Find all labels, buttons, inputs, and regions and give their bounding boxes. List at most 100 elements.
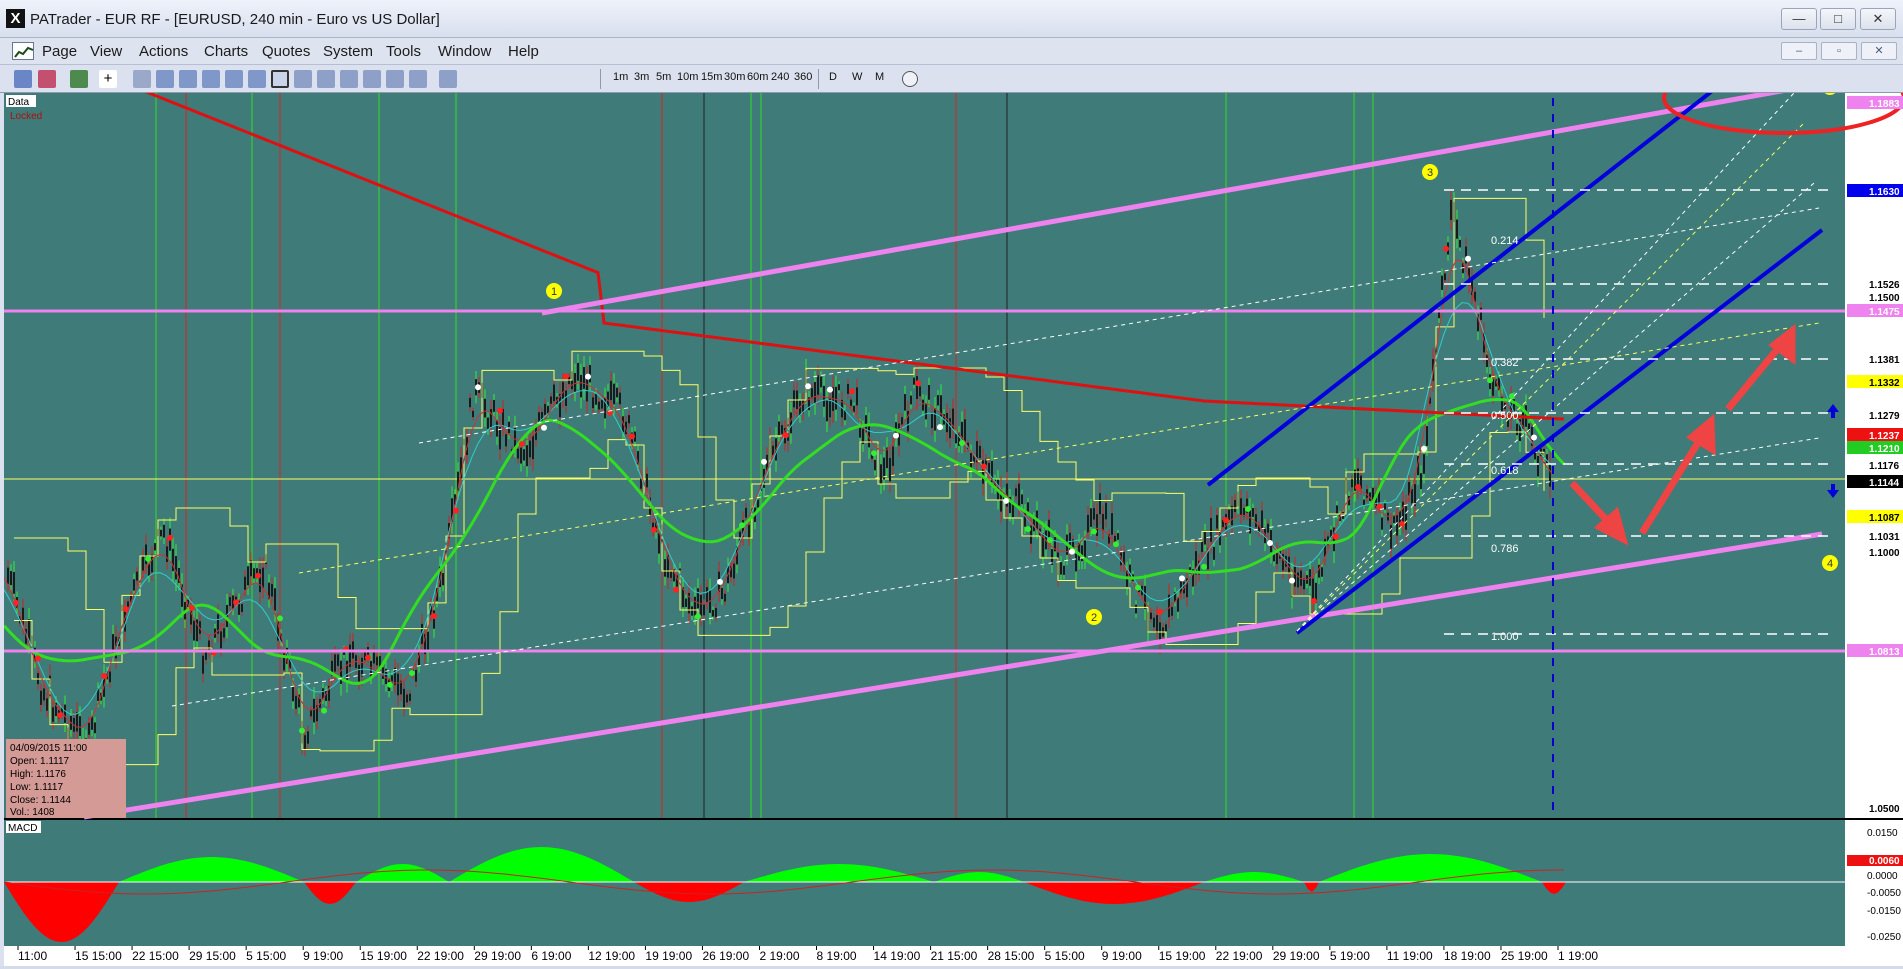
fibonacci-icon[interactable] bbox=[317, 70, 335, 88]
candle-body bbox=[580, 374, 582, 398]
candle-body bbox=[313, 698, 315, 723]
candle-body bbox=[175, 556, 177, 580]
timeframe-15m[interactable]: 15m bbox=[701, 71, 722, 83]
mdi-restore-button[interactable]: ▫ bbox=[1821, 42, 1857, 60]
draw-tool-icon[interactable] bbox=[179, 70, 197, 88]
toolbar-tool-icon[interactable] bbox=[14, 70, 32, 88]
menu-charts[interactable]: Charts bbox=[204, 43, 248, 60]
draw-tool-icon[interactable] bbox=[248, 70, 266, 88]
close-button[interactable]: ✕ bbox=[1860, 8, 1896, 30]
timeframe-1m[interactable]: 1m bbox=[613, 71, 628, 83]
timeframe-weekly[interactable]: W bbox=[852, 71, 862, 83]
draw-tool-icon[interactable] bbox=[225, 70, 243, 88]
candle-body bbox=[1093, 508, 1095, 520]
candle-body bbox=[712, 609, 714, 617]
menu-help[interactable]: Help bbox=[508, 43, 539, 60]
chart-type-icon[interactable] bbox=[70, 70, 88, 88]
timeframe-30m[interactable]: 30m bbox=[724, 71, 745, 83]
timeframe-240[interactable]: 240 bbox=[771, 71, 789, 83]
signal-dot bbox=[1245, 505, 1251, 512]
mdi-minimize-button[interactable]: – bbox=[1781, 42, 1817, 60]
trendline-icon[interactable] bbox=[202, 70, 220, 88]
menu-quotes[interactable]: Quotes bbox=[262, 43, 310, 60]
signal-dot bbox=[365, 654, 371, 661]
time-label: 5 15:00 bbox=[1045, 949, 1085, 963]
text-tool-icon[interactable] bbox=[363, 70, 381, 88]
timeframe-monthly[interactable]: M bbox=[875, 71, 884, 83]
draw-tool-icon[interactable] bbox=[340, 70, 358, 88]
signal-dot bbox=[409, 670, 415, 677]
chart-app-icon bbox=[12, 42, 34, 60]
signal-dot bbox=[1443, 245, 1449, 252]
candle-body bbox=[334, 654, 336, 672]
candle-body bbox=[1297, 572, 1299, 588]
time-label: 18 19:00 bbox=[1444, 949, 1491, 963]
channel-tool-icon[interactable] bbox=[271, 70, 289, 88]
candle-body bbox=[517, 448, 519, 459]
candle-body bbox=[202, 655, 204, 674]
clock-icon[interactable] bbox=[902, 71, 918, 87]
candle-body bbox=[1486, 354, 1488, 368]
candle-body bbox=[241, 604, 243, 612]
menu-window[interactable]: Window bbox=[438, 43, 491, 60]
timeframe-60m[interactable]: 60m bbox=[747, 71, 768, 83]
time-label: 9 19:00 bbox=[303, 949, 343, 963]
candle-body bbox=[271, 584, 273, 597]
candle-body bbox=[901, 417, 903, 425]
price-chart[interactable]: 0.214 0.382 0.500 0.618 0.786 1.000 1 2 bbox=[2, 61, 1903, 966]
candle-body bbox=[148, 564, 150, 577]
signal-dot bbox=[541, 424, 547, 431]
menu-page[interactable]: Page bbox=[42, 43, 77, 60]
menu-actions[interactable]: Actions bbox=[139, 43, 188, 60]
candle-body bbox=[415, 669, 417, 682]
maximize-button[interactable]: □ bbox=[1820, 8, 1856, 30]
chart-area[interactable]: 0.214 0.382 0.500 0.618 0.786 1.000 1 2 bbox=[2, 61, 1903, 966]
info-close: Close: 1.1144 bbox=[10, 795, 71, 806]
candle-body bbox=[610, 380, 612, 401]
menu-system[interactable]: System bbox=[323, 43, 373, 60]
draw-tool-icon[interactable] bbox=[156, 70, 174, 88]
timeframe-3m[interactable]: 3m bbox=[634, 71, 649, 83]
candle-body bbox=[262, 567, 264, 589]
candle-body bbox=[259, 569, 261, 593]
candle-body bbox=[916, 376, 918, 400]
draw-tool-icon[interactable] bbox=[386, 70, 404, 88]
wave-label-5: 5 bbox=[1827, 93, 1833, 94]
price-label: 1.1087 bbox=[1869, 513, 1900, 524]
candle-body bbox=[1021, 494, 1023, 505]
timeframe-360[interactable]: 360 bbox=[794, 71, 812, 83]
time-label: 8 19:00 bbox=[817, 949, 857, 963]
timeframe-5m[interactable]: 5m bbox=[656, 71, 671, 83]
candle-body bbox=[307, 731, 309, 744]
timeframe-10m[interactable]: 10m bbox=[677, 71, 698, 83]
minimize-button[interactable]: — bbox=[1781, 8, 1817, 30]
candle-body bbox=[820, 376, 822, 388]
draw-tool-icon[interactable] bbox=[409, 70, 427, 88]
pencil-icon[interactable] bbox=[439, 70, 457, 88]
timeframe-daily[interactable]: D bbox=[829, 71, 837, 83]
signal-dot bbox=[277, 615, 283, 622]
signal-dot bbox=[255, 572, 261, 579]
signal-dot bbox=[497, 407, 503, 414]
draw-tool-icon[interactable] bbox=[294, 70, 312, 88]
candle-body bbox=[1111, 513, 1113, 535]
candle-body bbox=[532, 435, 534, 460]
signal-dot bbox=[1135, 584, 1141, 591]
signal-dot bbox=[739, 522, 745, 529]
toolbar: + 1m 3m 5m 10m 15m 30m 60m 240 360 D W M bbox=[0, 65, 1903, 93]
candle-body bbox=[1249, 509, 1251, 534]
menu-view[interactable]: View bbox=[90, 43, 122, 60]
price-label: 1.1475 bbox=[1869, 307, 1900, 318]
toolbar-tool-icon[interactable] bbox=[38, 70, 56, 88]
candle-body bbox=[835, 386, 837, 410]
candle-body bbox=[1099, 493, 1101, 515]
signal-dot bbox=[871, 450, 877, 457]
pointer-icon[interactable] bbox=[133, 70, 151, 88]
signal-dot bbox=[849, 388, 855, 395]
mdi-close-button[interactable]: ✕ bbox=[1861, 42, 1897, 60]
signal-dot bbox=[233, 599, 239, 606]
menu-tools[interactable]: Tools bbox=[386, 43, 421, 60]
crosshair-icon[interactable]: + bbox=[99, 70, 117, 88]
macd-axis-label: 0.0000 bbox=[1867, 871, 1898, 882]
candle-body bbox=[934, 408, 936, 431]
